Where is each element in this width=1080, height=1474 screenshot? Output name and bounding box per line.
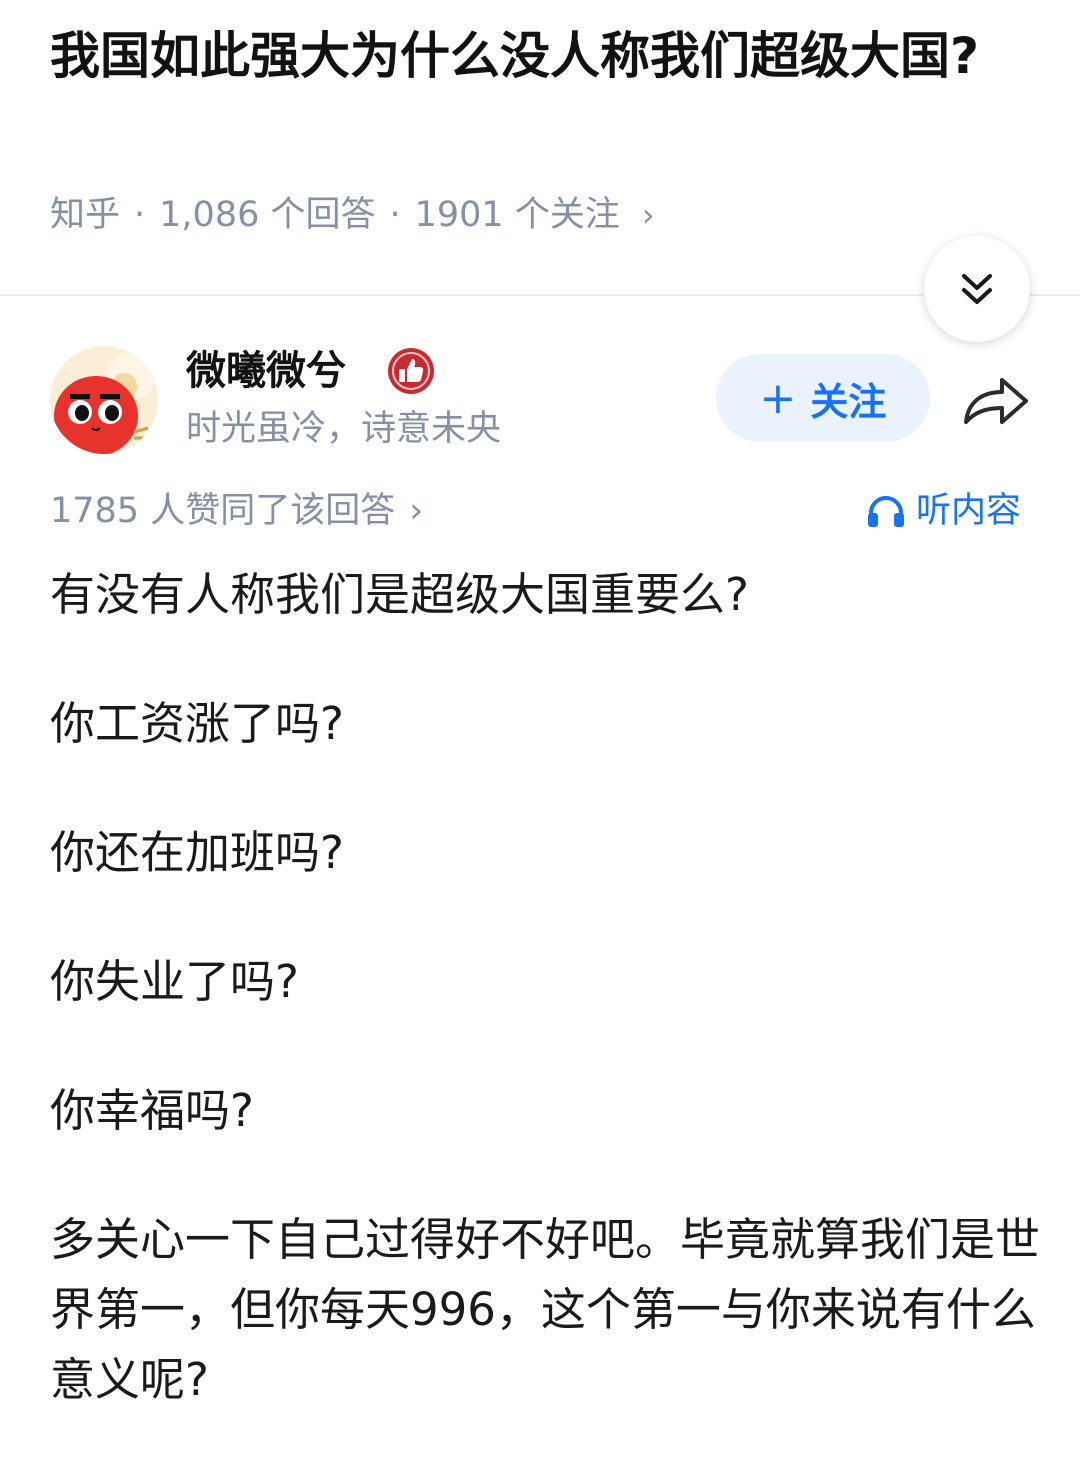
headphones-icon (868, 496, 904, 527)
follow-label: 关注 (810, 379, 887, 424)
chevron-right-icon: › (641, 196, 655, 234)
answers-count: 1,086 个回答 (159, 195, 376, 235)
listen-button[interactable]: 听内容 (866, 486, 1021, 536)
meta-separator: · (389, 195, 401, 235)
share-arrow-icon[interactable] (960, 370, 1032, 430)
double-chevron-down-icon (962, 274, 992, 304)
answer-paragraph: 你幸福吗? (50, 1084, 254, 1137)
answer-paragraph: 你失业了吗? (50, 955, 299, 1008)
answer-paragraph: 你工资涨了吗? (50, 697, 344, 750)
chevron-right-icon: › (409, 491, 424, 531)
author-name[interactable]: 微曦微兮 (186, 344, 346, 398)
answer-paragraph: 有没有人称我们是超级大国重要么? (50, 568, 749, 621)
question-meta[interactable]: 知乎 · 1,086 个回答 · 1901 个关注 › (50, 190, 655, 240)
answer-paragraph: 你还在加班吗? (50, 826, 344, 879)
meta-separator: · (134, 195, 146, 235)
collapse-button[interactable] (924, 236, 1030, 342)
follows-count: 1901 个关注 (414, 195, 620, 235)
plus-icon: + (759, 372, 797, 424)
vote-count-text: 1785 人赞同了该回答 (50, 491, 396, 531)
vote-count[interactable]: 1785 人赞同了该回答 › (50, 486, 423, 536)
question-title[interactable]: 我国如此强大为什么没人称我们超级大国? (50, 18, 1040, 94)
divider (0, 294, 1080, 296)
answer-content: 有没有人称我们是超级大国重要么? 你工资涨了吗? 你还在加班吗? 你失业了吗? … (50, 560, 1040, 1474)
avatar[interactable] (50, 346, 158, 454)
listen-label: 听内容 (916, 491, 1022, 531)
answer-paragraph: 多关心一下自己过得好不好吧。毕竟就算我们是世界第一，但你每天996，这个第一与你… (50, 1213, 1041, 1406)
thumbs-up-badge-icon (388, 348, 434, 394)
follow-button[interactable]: + 关注 (716, 354, 930, 442)
author-bio: 时光虽冷，诗意未央 (186, 409, 502, 449)
source-label: 知乎 (50, 195, 121, 235)
